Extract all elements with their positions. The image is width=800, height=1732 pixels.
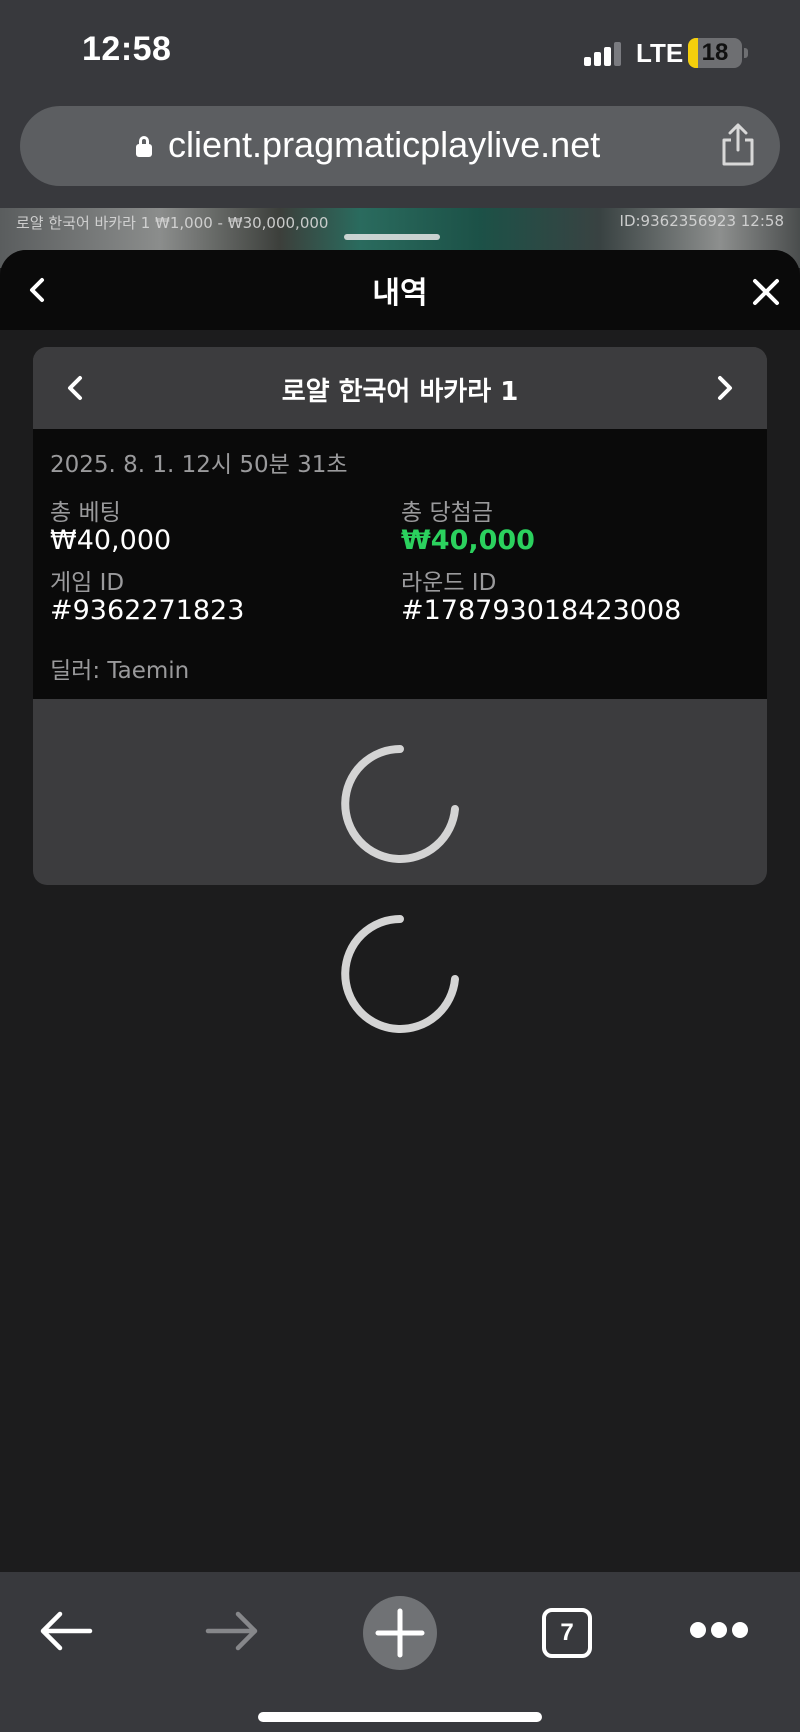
lock-icon bbox=[136, 136, 152, 158]
sheet-grabber[interactable] bbox=[344, 234, 440, 240]
round-id-label: 라운드 ID bbox=[401, 570, 497, 596]
game-id-label: 게임 ID bbox=[50, 570, 125, 596]
dealer-name: 딜러: Taemin bbox=[50, 658, 190, 684]
total-win-value: ₩40,000 bbox=[401, 525, 535, 556]
loading-spinner-icon bbox=[341, 915, 459, 1033]
forward-arrow-icon[interactable] bbox=[204, 1610, 260, 1652]
game-limit-info: 로얄 한국어 바카라 1 ₩1,000 - ₩30,000,000 bbox=[16, 214, 329, 232]
new-tab-button[interactable] bbox=[363, 1596, 437, 1670]
record-datetime: 2025. 8. 1. 12시 50분 31초 bbox=[50, 452, 348, 478]
history-sheet: 내역 로얄 한국어 바카라 1 2025. 8. 1. 12시 50분 31초 … bbox=[0, 250, 800, 1572]
record-details: 2025. 8. 1. 12시 50분 31초 총 베팅 ₩40,000 총 당… bbox=[33, 429, 767, 699]
loading-spinner-icon bbox=[341, 745, 459, 863]
close-icon[interactable] bbox=[750, 276, 782, 308]
battery-icon: 18 bbox=[688, 38, 742, 68]
round-id-value: #178793018423008 bbox=[401, 595, 682, 626]
home-indicator[interactable] bbox=[258, 1712, 542, 1722]
game-id-value: #9362271823 bbox=[50, 595, 245, 626]
total-bet-value: ₩40,000 bbox=[50, 525, 172, 556]
url-text[interactable]: client.pragmaticplaylive.net bbox=[168, 124, 600, 166]
more-icon[interactable] bbox=[690, 1622, 748, 1642]
browser-url-area: client.pragmaticplaylive.net bbox=[0, 92, 800, 208]
back-arrow-icon[interactable] bbox=[38, 1610, 94, 1652]
next-record-icon[interactable] bbox=[707, 371, 741, 405]
share-icon[interactable] bbox=[718, 122, 758, 168]
network-type: LTE bbox=[636, 38, 684, 68]
battery-level: 18 bbox=[701, 39, 729, 66]
plus-icon bbox=[375, 1608, 425, 1658]
status-time: 12:58 bbox=[82, 30, 172, 68]
signal-strength-icon bbox=[584, 42, 624, 66]
game-session-info: ID:9362356923 12:58 bbox=[619, 212, 784, 230]
sheet-header: 내역 bbox=[0, 250, 800, 330]
address-bar[interactable]: client.pragmaticplaylive.net bbox=[20, 106, 780, 186]
browser-toolbar: 7 bbox=[0, 1572, 800, 1732]
status-bar: 12:58 LTE 18 bbox=[0, 0, 800, 100]
total-bet-label: 총 베팅 bbox=[50, 500, 121, 526]
record-navigation: 로얄 한국어 바카라 1 bbox=[33, 347, 767, 429]
tabs-button[interactable]: 7 bbox=[542, 1608, 592, 1658]
page: 12:58 LTE 18 client.pragmaticplaylive.ne… bbox=[0, 0, 800, 1732]
battery-tip bbox=[744, 48, 748, 58]
total-win-label: 총 당첨금 bbox=[401, 500, 493, 526]
sheet-title: 내역 bbox=[372, 276, 428, 311]
bet-record-card: 로얄 한국어 바카라 1 2025. 8. 1. 12시 50분 31초 총 베… bbox=[33, 347, 767, 885]
game-name: 로얄 한국어 바카라 1 bbox=[281, 377, 519, 407]
